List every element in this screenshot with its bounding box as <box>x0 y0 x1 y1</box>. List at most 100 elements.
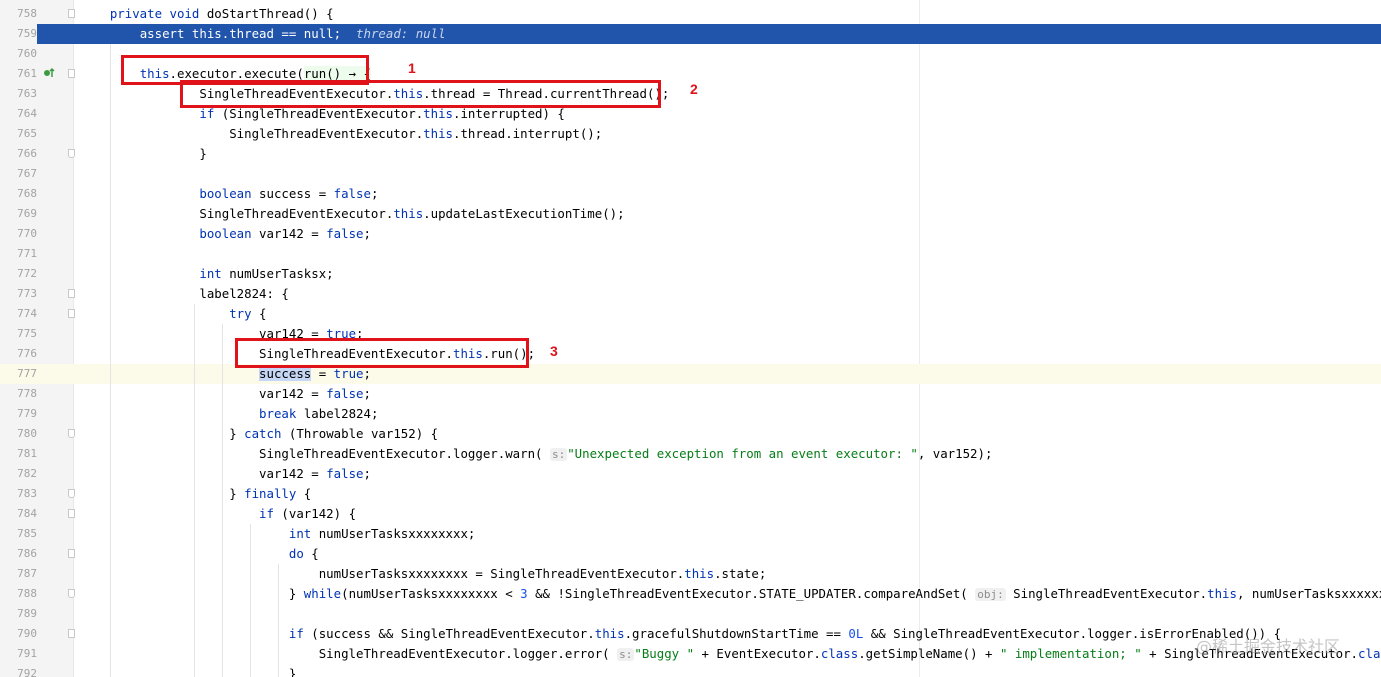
line-number[interactable]: 790 <box>0 624 37 644</box>
fold-toggle-icon[interactable] <box>68 149 75 158</box>
code-text[interactable]: if (success && SingleThreadEventExecutor… <box>80 624 1281 644</box>
code-line[interactable]: 788 } while(numUserTasksxxxxxxxx < 3 && … <box>0 584 1381 604</box>
line-number[interactable]: 782 <box>0 464 37 484</box>
code-line[interactable]: 781 SingleThreadEventExecutor.logger.war… <box>0 444 1381 464</box>
line-number[interactable]: 772 <box>0 264 37 284</box>
line-number[interactable]: 792 <box>0 664 37 677</box>
code-line[interactable]: 776 SingleThreadEventExecutor.this.run()… <box>0 344 1381 364</box>
fold-toggle-icon[interactable] <box>68 549 75 558</box>
code-text[interactable]: if (var142) { <box>80 504 356 524</box>
code-line[interactable]: 783 } finally { <box>0 484 1381 504</box>
line-number[interactable]: 780 <box>0 424 37 444</box>
code-line[interactable]: 767 <box>0 164 1381 184</box>
line-number[interactable]: 787 <box>0 564 37 584</box>
code-line[interactable]: 771 <box>0 244 1381 264</box>
line-number[interactable]: 789 <box>0 604 37 624</box>
code-line[interactable]: 772 int numUserTasksx; <box>0 264 1381 284</box>
line-number[interactable]: 778 <box>0 384 37 404</box>
line-number[interactable]: 769 <box>0 204 37 224</box>
line-number[interactable]: 784 <box>0 504 37 524</box>
code-text[interactable]: SingleThreadEventExecutor.this.updateLas… <box>80 204 624 224</box>
line-number[interactable]: 758 <box>0 4 37 24</box>
line-number[interactable]: 766 <box>0 144 37 164</box>
code-line[interactable]: 775 var142 = true; <box>0 324 1381 344</box>
fold-toggle-icon[interactable] <box>68 629 75 638</box>
code-line[interactable]: 785 int numUserTasksxxxxxxxx; <box>0 524 1381 544</box>
line-number[interactable]: 773 <box>0 284 37 304</box>
code-line[interactable]: 780 } catch (Throwable var152) { <box>0 424 1381 444</box>
code-editor[interactable]: 758 private void doStartThread() {759 as… <box>0 0 1381 677</box>
code-line[interactable]: 792 } <box>0 664 1381 677</box>
code-text[interactable]: assert this.thread == null; thread: null <box>80 24 446 44</box>
code-text[interactable]: } catch (Throwable var152) { <box>80 424 438 444</box>
line-number[interactable]: 771 <box>0 244 37 264</box>
code-text[interactable]: } finally { <box>80 484 311 504</box>
fold-toggle-icon[interactable] <box>68 289 75 298</box>
fold-toggle-icon[interactable] <box>68 589 75 598</box>
code-text[interactable]: try { <box>80 304 266 324</box>
code-line[interactable]: 770 boolean var142 = false; <box>0 224 1381 244</box>
line-number[interactable]: 788 <box>0 584 37 604</box>
code-text[interactable]: } while(numUserTasksxxxxxxxx < 3 && !Sin… <box>80 584 1381 605</box>
code-text[interactable]: SingleThreadEventExecutor.logger.error( … <box>80 644 1381 665</box>
code-line[interactable]: 789 <box>0 604 1381 624</box>
line-number[interactable]: 770 <box>0 224 37 244</box>
code-line[interactable]: 759 assert this.thread == null; thread: … <box>0 24 1381 44</box>
code-line[interactable]: 769 SingleThreadEventExecutor.this.updat… <box>0 204 1381 224</box>
code-text[interactable]: } <box>80 664 296 677</box>
line-number[interactable]: 776 <box>0 344 37 364</box>
fold-toggle-icon[interactable] <box>68 9 75 18</box>
code-text[interactable]: SingleThreadEventExecutor.logger.warn( s… <box>80 444 992 465</box>
code-text[interactable]: boolean var142 = false; <box>80 224 371 244</box>
code-line[interactable]: 784 if (var142) { <box>0 504 1381 524</box>
line-number[interactable]: 763 <box>0 84 37 104</box>
code-line[interactable]: 782 var142 = false; <box>0 464 1381 484</box>
line-number[interactable]: 768 <box>0 184 37 204</box>
code-line[interactable]: 791 SingleThreadEventExecutor.logger.err… <box>0 644 1381 664</box>
code-line[interactable]: 765 SingleThreadEventExecutor.this.threa… <box>0 124 1381 144</box>
code-line[interactable]: 773 label2824: { <box>0 284 1381 304</box>
code-text[interactable]: int numUserTasksx; <box>80 264 333 284</box>
line-number[interactable]: 783 <box>0 484 37 504</box>
code-text[interactable]: } <box>80 144 206 164</box>
code-line[interactable]: 779 break label2824; <box>0 404 1381 424</box>
line-number[interactable]: 767 <box>0 164 37 184</box>
code-text[interactable]: var142 = false; <box>80 464 371 484</box>
code-line[interactable]: 774 try { <box>0 304 1381 324</box>
line-number[interactable]: 759 <box>0 24 37 44</box>
fold-toggle-icon[interactable] <box>68 429 75 438</box>
code-text[interactable]: do { <box>80 544 319 564</box>
implementation-marker-icon[interactable] <box>43 67 55 79</box>
line-number[interactable]: 786 <box>0 544 37 564</box>
code-text[interactable]: private void doStartThread() { <box>80 4 334 24</box>
fold-toggle-icon[interactable] <box>68 309 75 318</box>
code-line[interactable]: 778 var142 = false; <box>0 384 1381 404</box>
code-text[interactable]: boolean success = false; <box>80 184 378 204</box>
code-line[interactable]: 786 do { <box>0 544 1381 564</box>
code-line[interactable]: 766 } <box>0 144 1381 164</box>
line-number[interactable]: 791 <box>0 644 37 664</box>
code-line[interactable]: 790 if (success && SingleThreadEventExec… <box>0 624 1381 644</box>
fold-toggle-icon[interactable] <box>68 69 75 78</box>
line-number[interactable]: 761 <box>0 64 37 84</box>
line-number[interactable]: 775 <box>0 324 37 344</box>
code-text[interactable]: SingleThreadEventExecutor.this.thread.in… <box>80 124 602 144</box>
line-number[interactable]: 764 <box>0 104 37 124</box>
code-text[interactable]: numUserTasksxxxxxxxx = SingleThreadEvent… <box>80 564 767 584</box>
code-text[interactable]: label2824: { <box>80 284 289 304</box>
code-line[interactable]: 758 private void doStartThread() { <box>0 4 1381 24</box>
code-line[interactable]: 787 numUserTasksxxxxxxxx = SingleThreadE… <box>0 564 1381 584</box>
fold-toggle-icon[interactable] <box>68 509 75 518</box>
line-number[interactable]: 777 <box>0 364 37 384</box>
code-line[interactable]: 777 success = true; <box>0 364 1381 384</box>
line-number[interactable]: 785 <box>0 524 37 544</box>
code-line[interactable]: 768 boolean success = false; <box>0 184 1381 204</box>
line-number[interactable]: 760 <box>0 44 37 64</box>
line-number[interactable]: 779 <box>0 404 37 424</box>
code-text[interactable]: int numUserTasksxxxxxxxx; <box>80 524 476 544</box>
line-number[interactable]: 774 <box>0 304 37 324</box>
code-text[interactable]: break label2824; <box>80 404 378 424</box>
line-number[interactable]: 765 <box>0 124 37 144</box>
line-number[interactable]: 781 <box>0 444 37 464</box>
code-text[interactable]: var142 = false; <box>80 384 371 404</box>
